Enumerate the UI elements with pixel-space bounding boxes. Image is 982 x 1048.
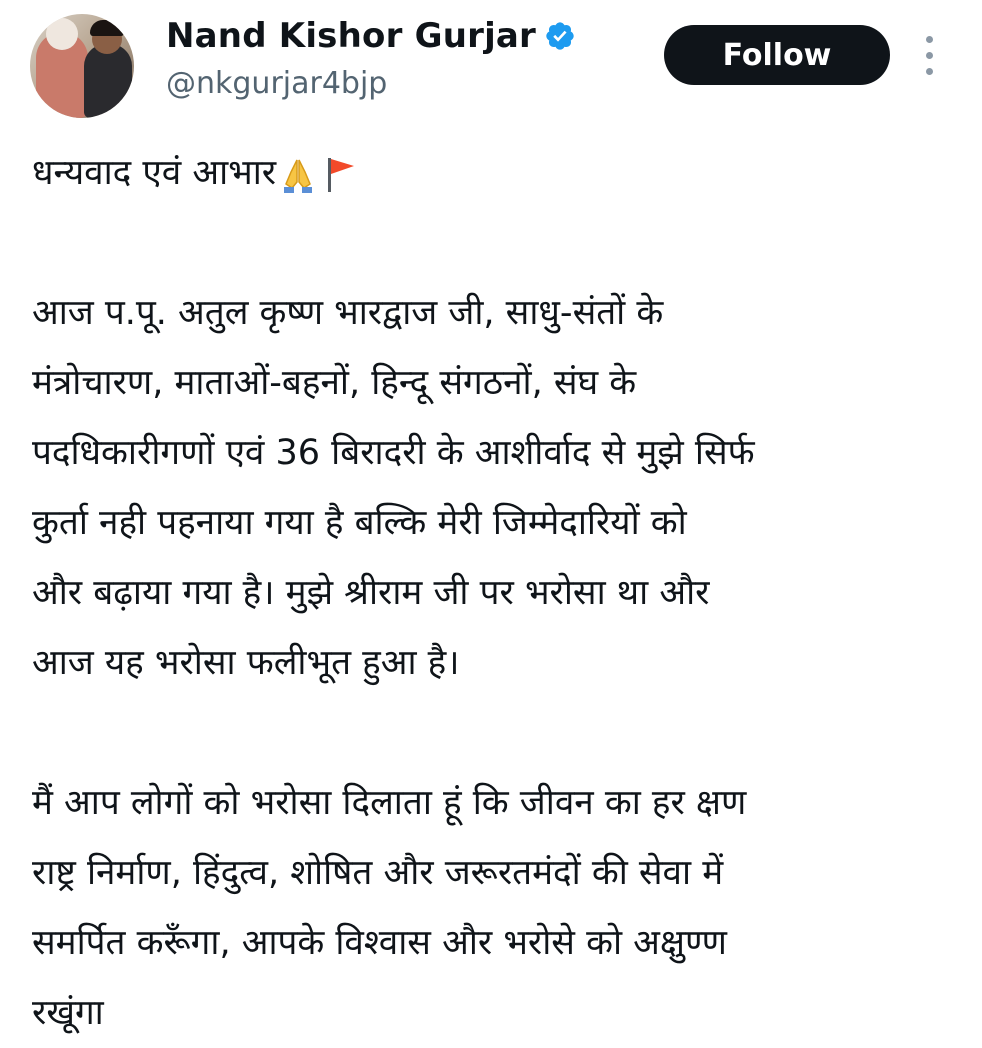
flag-icon [328,158,355,192]
tweet-line: कुर्ता नही पहनाया गया है बल्कि मेरी जिम्… [32,503,687,543]
verified-badge-icon [546,22,574,50]
tweet-line: मैं आप लोगों को भरोसा दिलाता हूं कि जीवन… [32,783,747,823]
tweet-line: रखूंगा [32,993,104,1033]
follow-button[interactable]: Follow [664,25,890,85]
author-handle[interactable]: @nkgurjar4bjp [166,66,387,101]
tweet-line: राष्ट्र निर्माण, हिंदुत्व, शोषित और जरूर… [32,853,724,893]
more-vertical-icon[interactable] [918,34,942,78]
avatar-figure-right [84,44,132,118]
tweet-line: आज प.पू. अतुल कृष्ण भारद्वाज जी, साधु-सं… [32,293,664,333]
tweet-line: पदधिकारीगणों एवं 36 बिरादरी के आशीर्वाद … [32,433,755,473]
tweet-line: और बढ़ाया गया है। मुझे श्रीराम जी पर भरो… [32,573,710,613]
author-name-row[interactable]: Nand Kishor Gurjar [166,16,576,56]
tweet-line: मंत्रोचारण, माताओं-बहनों, हिन्दू संगठनों… [32,363,637,403]
tweet-line: समर्पित करूँगा, आपके विश्वास और भरोसे को… [32,923,727,963]
tweet-text: धन्यवाद एवं आभार आज प.पू. अतुल कृष्ण भार… [32,138,962,1048]
tweet-line-thanks: धन्यवाद एवं आभार [32,138,962,208]
more-dot [926,68,933,75]
author-name[interactable]: Nand Kishor Gurjar [166,16,536,56]
more-dot [926,36,933,43]
avatar-head-left [46,18,78,50]
avatar[interactable] [30,14,134,118]
tweet-header: Nand Kishor Gurjar @nkgurjar4bjp Follow [0,0,982,120]
thanks-text: धन्यवाद एवं आभार [32,153,277,193]
tweet-line: आज यह भरोसा फलीभूत हुआ है। [32,643,460,683]
folded-hands-icon [284,159,313,193]
more-dot [926,52,933,59]
avatar-hair-right [90,20,124,36]
